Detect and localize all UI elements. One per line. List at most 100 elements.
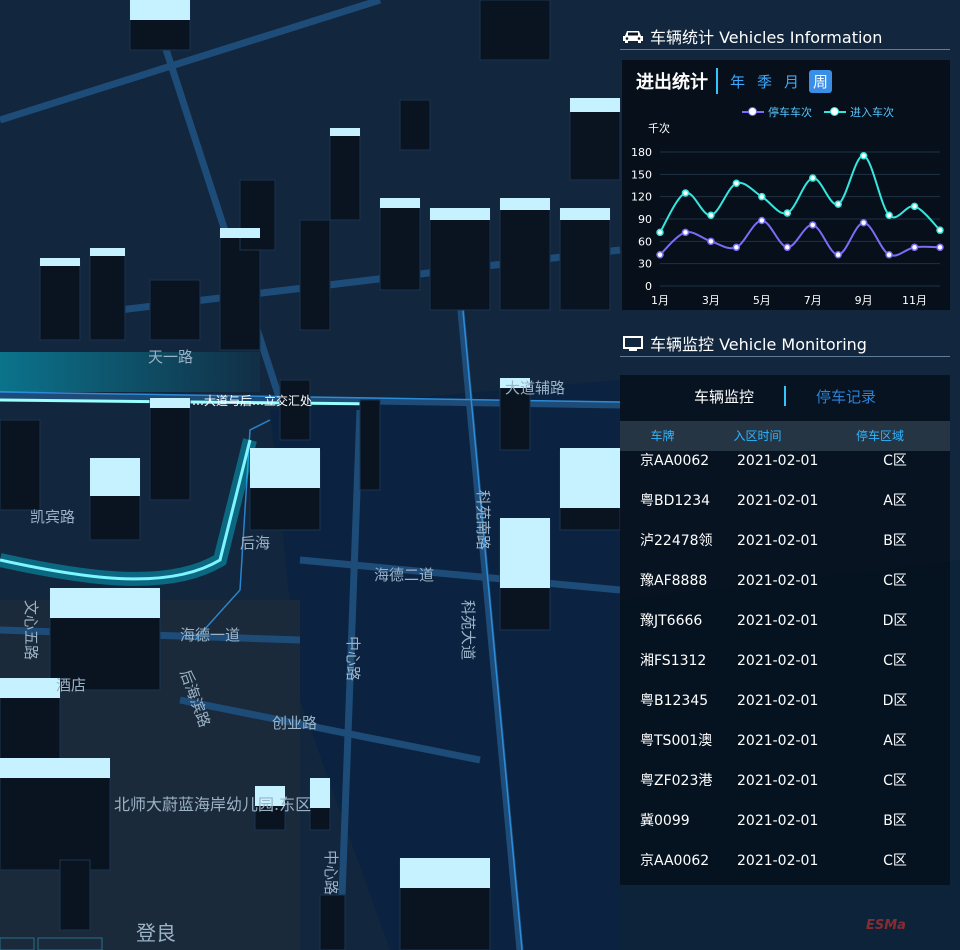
- table-row[interactable]: 京AA0062 2021-02-01 C区: [620, 841, 950, 881]
- cell-entry-time: 2021-02-01: [737, 613, 819, 629]
- header-time: 入区时间: [733, 429, 782, 443]
- cell-zone: B区: [883, 533, 907, 549]
- cell-plate: 京AA0062: [640, 853, 710, 869]
- map-label: 后海: [240, 534, 270, 552]
- cell-entry-time: 2021-02-01: [737, 813, 819, 829]
- cell-zone: C区: [883, 573, 907, 589]
- period-tabs: 进出统计 年 季 月 周: [636, 68, 836, 94]
- cell-zone: D区: [882, 693, 908, 709]
- x-tick-label: 5月: [753, 294, 771, 307]
- car-icon: [623, 31, 643, 43]
- data-point-1: [758, 192, 766, 201]
- vehicle-line-chart: 千次 0 30 60 90 120 150 180 1月 3月 5月 7月 9月 11月: [631, 121, 944, 307]
- data-point-0: [936, 243, 944, 252]
- data-point-0: [732, 243, 741, 252]
- y-tick-label: 150: [631, 168, 652, 181]
- data-point-1: [910, 202, 919, 211]
- x-tick-label: 1月: [651, 294, 669, 307]
- data-point-0: [783, 243, 792, 252]
- cell-entry-time: 2021-02-01: [737, 493, 819, 509]
- table-row[interactable]: 豫AF8888 2021-02-01 C区: [620, 561, 950, 601]
- table-row[interactable]: 京AA0062 2021-02-01 C区: [620, 451, 950, 481]
- cell-entry-time: 2021-02-01: [737, 453, 819, 469]
- cell-plate: 粤TS001澳: [640, 733, 713, 749]
- vehicle-stats-card: 进出统计 年 季 月 周 停车车次 进入车次 千次 0 30 60 90 120 150 18…: [622, 60, 950, 310]
- y-tick-label: 60: [638, 235, 652, 248]
- vehicle-monitoring-title: 车辆监控 Vehicle Monitoring: [620, 334, 950, 357]
- map-label: 天一路: [148, 348, 193, 366]
- cell-plate: 湘FS1312: [640, 653, 707, 669]
- tab-year[interactable]: 年: [728, 71, 747, 92]
- x-tick-label: 7月: [804, 294, 822, 307]
- vehicles-info-title: 车辆统计 Vehicles Information: [620, 27, 950, 50]
- map-label: 文心五路: [22, 600, 40, 660]
- y-tick-label: 120: [631, 191, 652, 204]
- table-row[interactable]: 豫JT6666 2021-02-01 D区: [620, 601, 950, 641]
- tab-vehicle-monitor[interactable]: 车辆监控: [664, 386, 784, 407]
- tab-parking-records[interactable]: 停车记录: [786, 386, 906, 407]
- cell-plate: 泸22478领: [640, 533, 713, 549]
- data-point-1: [783, 209, 792, 217]
- x-tick-label: 3月: [702, 294, 720, 307]
- data-point-0: [758, 216, 766, 225]
- map-label: 中心路: [344, 636, 362, 681]
- header-zone: 停车区域: [855, 429, 904, 443]
- cell-zone: D区: [882, 613, 908, 629]
- data-point-1: [707, 211, 715, 220]
- map-label: 创业路: [272, 714, 317, 732]
- monitor-tabs: 车辆监控 停车记录: [620, 381, 950, 411]
- cell-zone: C区: [883, 853, 907, 869]
- tab-week[interactable]: 周: [809, 69, 833, 93]
- table-row[interactable]: 冀0099 2021-02-01 B区: [620, 801, 950, 841]
- cell-plate: 粤BD1234: [640, 493, 711, 509]
- table-row[interactable]: 泸22478领 2021-02-01 B区: [620, 521, 950, 561]
- cell-entry-time: 2021-02-01: [737, 773, 819, 789]
- table-row[interactable]: 粤B12345 2021-02-01 D区: [620, 681, 950, 721]
- cell-entry-time: 2021-02-01: [737, 853, 819, 869]
- stats-subtitle: 进出统计: [636, 68, 718, 94]
- map-label: 凯宾路: [30, 508, 75, 526]
- cell-zone: C区: [883, 773, 907, 789]
- data-point-0: [834, 250, 842, 259]
- cell-plate: 冀0099: [640, 813, 690, 829]
- y-tick-label: 180: [631, 146, 652, 159]
- data-point-0: [656, 250, 664, 259]
- table-body[interactable]: 京AA0062 2021-02-01 C区 粤BD1234 2021-02-01 A区 泸2…: [620, 451, 950, 885]
- cell-entry-time: 2021-02-01: [737, 573, 819, 589]
- series-line-0: [659, 219, 941, 257]
- map-label: 海德一道: [180, 626, 240, 644]
- cell-plate: 豫AF8888: [640, 573, 708, 589]
- tab-quarter[interactable]: 季: [755, 71, 774, 92]
- cell-entry-time: 2021-02-01: [737, 533, 819, 549]
- map-label: 北师大蔚蓝海岸幼儿园.东区: [114, 795, 311, 814]
- x-tick-label: 11月: [902, 294, 927, 307]
- data-point-0: [885, 250, 893, 259]
- watermark-logo: ESMa: [866, 918, 906, 933]
- table-row[interactable]: 粤BD1234 2021-02-01 A区: [620, 481, 950, 521]
- cell-zone: B区: [883, 813, 907, 829]
- table-row[interactable]: 粤ZF023港 2021-02-01 C区: [620, 761, 950, 801]
- tab-month[interactable]: 月: [782, 71, 801, 92]
- cell-zone: A区: [883, 733, 907, 749]
- table-header: 车牌 入区时间 停车区域: [620, 421, 950, 451]
- data-point-1: [859, 151, 868, 160]
- cell-zone: A区: [883, 493, 907, 509]
- map-label: 科苑南路: [474, 490, 492, 550]
- cell-plate: 粤B12345: [640, 693, 709, 709]
- map-label: 海德二道: [374, 566, 434, 584]
- table-row[interactable]: 粤TS001澳 2021-02-01 A区: [620, 721, 950, 761]
- vehicle-monitoring-card: 车辆监控 停车记录 车牌 入区时间 停车区域 京AA0062 2021-02-01…: [620, 375, 950, 885]
- data-point-1: [732, 179, 741, 188]
- cell-plate: 豫JT6666: [640, 613, 703, 629]
- data-point-0: [707, 237, 715, 246]
- map-label: 中心路: [322, 850, 340, 895]
- table-row[interactable]: 湘FS1312 2021-02-01 C区: [620, 641, 950, 681]
- data-point-1: [885, 211, 893, 220]
- cell-entry-time: 2021-02-01: [737, 653, 819, 669]
- cell-zone: C区: [883, 653, 907, 669]
- y-axis-unit: 千次: [648, 121, 670, 135]
- data-point-0: [681, 228, 690, 237]
- header-plate: 车牌: [650, 429, 675, 443]
- map-label: 登良: [136, 921, 176, 945]
- cell-plate: 京AA0062: [640, 453, 710, 469]
